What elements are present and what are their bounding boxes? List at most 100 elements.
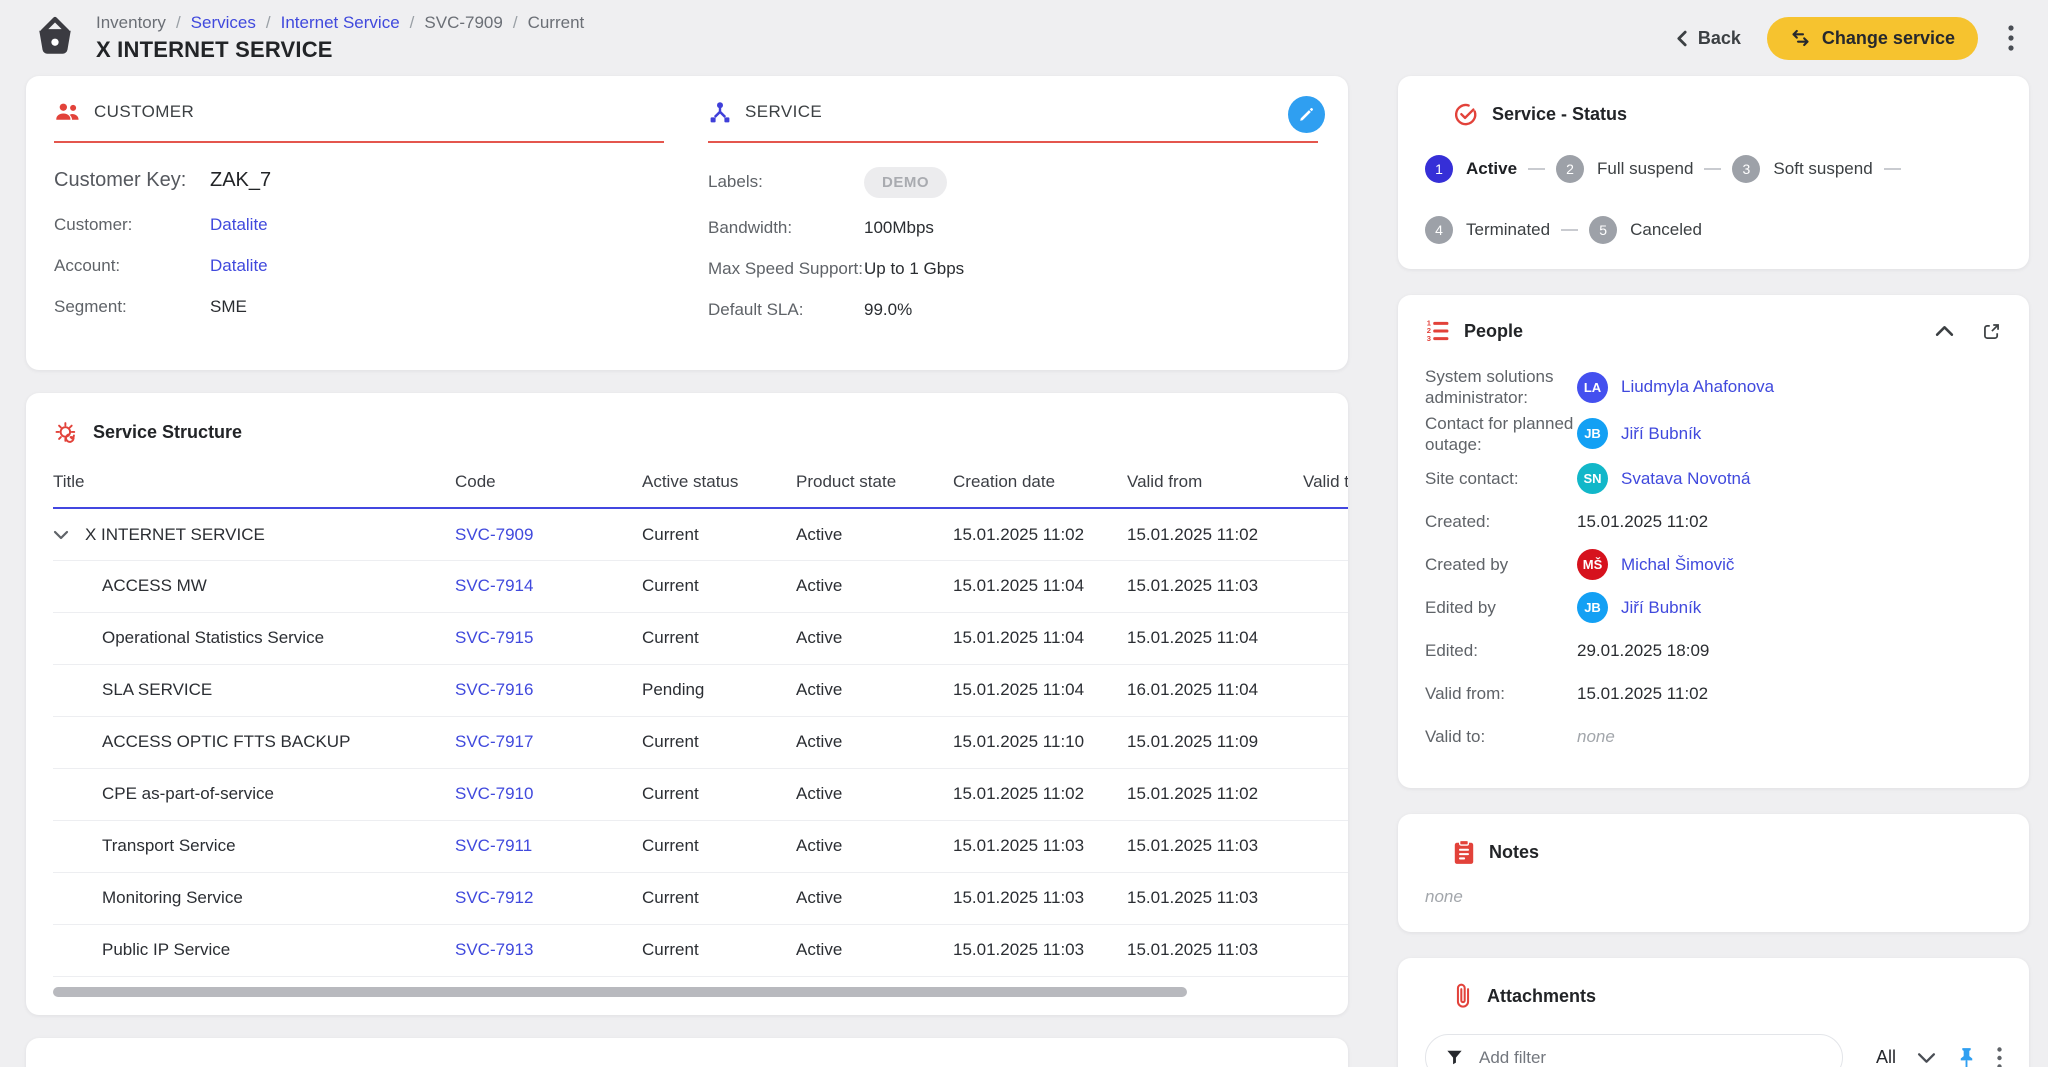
column-header[interactable]: Code [455, 462, 642, 508]
service-status-card: Service - Status 1Active2Full suspend3So… [1398, 76, 2029, 269]
column-header[interactable]: Creation date [953, 462, 1127, 508]
table-row[interactable]: ACCESS MWSVC-7914CurrentActive15.01.2025… [53, 560, 1348, 612]
row-active-status: Current [642, 820, 796, 872]
row-product-state: Active [796, 508, 953, 560]
person-link[interactable]: Liudmyla Ahafonova [1621, 377, 1774, 397]
row-code-link[interactable]: SVC-7910 [455, 784, 533, 803]
field-label: Customer Key: [54, 167, 210, 193]
table-row[interactable]: Transport ServiceSVC-7911CurrentActive15… [53, 820, 1348, 872]
row-valid-to [1303, 716, 1348, 768]
column-header[interactable]: Active status [642, 462, 796, 508]
funnel-icon [1445, 1048, 1464, 1067]
people-row: Site contact:SNSvatava Novotná [1425, 457, 2002, 500]
table-row[interactable]: Operational Statistics ServiceSVC-7915Cu… [53, 612, 1348, 664]
table-row[interactable]: ACCESS OPTIC FTTS BACKUPSVC-7917CurrentA… [53, 716, 1348, 768]
person-link[interactable]: Jiří Bubník [1621, 598, 1701, 618]
field-row: Customer Key:ZAK_7 [54, 167, 664, 193]
row-code-link[interactable]: SVC-7915 [455, 628, 533, 647]
add-filter-input[interactable] [1479, 1048, 1823, 1067]
column-header[interactable]: Product state [796, 462, 953, 508]
breadcrumb-item[interactable]: Internet Service [281, 13, 400, 33]
row-title-cell: Monitoring Service [53, 888, 447, 908]
pencil-icon [1298, 106, 1315, 123]
service-structure-table: TitleCodeActive statusProduct stateCreat… [53, 462, 1348, 977]
field-label: Default SLA: [708, 299, 864, 321]
step-connector [1528, 168, 1545, 170]
row-active-status: Pending [642, 664, 796, 716]
breadcrumb-item[interactable]: Services [191, 13, 256, 33]
step-label: Terminated [1466, 220, 1550, 240]
service-fields: Labels:DEMOBandwidth:100MbpsMax Speed Su… [708, 167, 1318, 321]
change-service-button[interactable]: Change service [1767, 17, 1978, 60]
field-link[interactable]: Datalite [210, 215, 268, 234]
column-header[interactable]: Title [53, 462, 455, 508]
people-row-label: Edited by [1425, 597, 1577, 618]
kebab-menu-icon[interactable] [1997, 1047, 2002, 1067]
edit-button[interactable] [1288, 96, 1325, 133]
customer-section: CUSTOMER Customer Key:ZAK_7Customer:Data… [54, 100, 664, 340]
back-button[interactable]: Back [1675, 28, 1741, 49]
collapse-chevron-up-icon[interactable] [1935, 325, 1954, 337]
row-product-state: Active [796, 716, 953, 768]
row-code-link[interactable]: SVC-7913 [455, 940, 533, 959]
table-row[interactable]: SLA SERVICESVC-7916PendingActive15.01.20… [53, 664, 1348, 716]
table-row[interactable]: X INTERNET SERVICESVC-7909CurrentActive1… [53, 508, 1348, 560]
column-header[interactable]: Valid to [1303, 462, 1348, 508]
field-label: Bandwidth: [708, 217, 864, 239]
scrollbar-thumb[interactable] [53, 987, 1187, 997]
check-circle-icon [1452, 101, 1479, 128]
row-creation-date: 15.01.2025 11:02 [953, 508, 1127, 560]
field-value: 100Mbps [864, 218, 934, 238]
row-product-state: Active [796, 560, 953, 612]
row-product-state: Active [796, 820, 953, 872]
service-status-title: Service - Status [1492, 104, 1627, 125]
column-header[interactable]: Valid from [1127, 462, 1303, 508]
expand-icon[interactable] [1981, 321, 2002, 342]
people-row-text: none [1577, 727, 1615, 747]
filter-box[interactable] [1425, 1034, 1843, 1067]
row-code-link[interactable]: SVC-7911 [455, 836, 532, 855]
row-creation-date: 15.01.2025 11:04 [953, 664, 1127, 716]
row-product-state: Active [796, 664, 953, 716]
table-row[interactable]: Monitoring ServiceSVC-7912CurrentActive1… [53, 872, 1348, 924]
field-link[interactable]: Datalite [210, 256, 268, 275]
field-label: Labels: [708, 171, 864, 193]
row-title-cell: Public IP Service [53, 940, 447, 960]
field-value: ZAK_7 [210, 169, 271, 192]
row-code-link[interactable]: SVC-7917 [455, 732, 533, 751]
customer-title: CUSTOMER [94, 102, 194, 122]
table-header-row: TitleCodeActive statusProduct stateCreat… [53, 462, 1348, 508]
table-row[interactable]: Public IP ServiceSVC-7913CurrentActive15… [53, 924, 1348, 976]
chevron-down-icon[interactable] [1917, 1052, 1936, 1064]
kebab-menu-icon[interactable] [2004, 21, 2018, 55]
row-code-link[interactable]: SVC-7912 [455, 888, 533, 907]
notes-card: Notes none [1398, 814, 2029, 932]
service-section: SERVICE Labels:DEMOBandwidth:100MbpsMax … [708, 100, 1318, 340]
row-code-link[interactable]: SVC-7909 [455, 525, 533, 544]
pushpin-icon[interactable] [1957, 1046, 1976, 1067]
row-title: ACCESS OPTIC FTTS BACKUP [102, 732, 350, 752]
field-label: Account: [54, 255, 210, 277]
person-link[interactable]: Svatava Novotná [1621, 469, 1750, 489]
chevron-down-icon[interactable] [53, 530, 69, 540]
breadcrumb-item: Inventory [96, 13, 166, 33]
row-code-link[interactable]: SVC-7916 [455, 680, 533, 699]
field-value: Datalite [210, 256, 268, 276]
header-text: Inventory/Services/Internet Service/SVC-… [96, 13, 584, 63]
row-valid-from: 15.01.2025 11:03 [1127, 924, 1303, 976]
row-code-link[interactable]: SVC-7914 [455, 576, 533, 595]
row-valid-to [1303, 768, 1348, 820]
field-value: Datalite [210, 215, 268, 235]
app-logo-basket-icon[interactable] [30, 13, 80, 63]
people-row-value: 15.01.2025 11:02 [1577, 512, 1708, 532]
clipboard-icon [1452, 839, 1476, 865]
tabs-card: CommentsService HistoryService Relations [26, 1038, 1348, 1067]
table-row[interactable]: CPE as-part-of-serviceSVC-7910CurrentAct… [53, 768, 1348, 820]
attachments-card: Attachments All [1398, 958, 2029, 1067]
people-row-label: Site contact: [1425, 468, 1577, 489]
people-row: Edited byJBJiří Bubník [1425, 586, 2002, 629]
people-row-text: 15.01.2025 11:02 [1577, 512, 1708, 532]
person-link[interactable]: Jiří Bubník [1621, 424, 1701, 444]
person-link[interactable]: Michal Šimovič [1621, 555, 1734, 575]
people-row-label: Valid from: [1425, 683, 1577, 704]
